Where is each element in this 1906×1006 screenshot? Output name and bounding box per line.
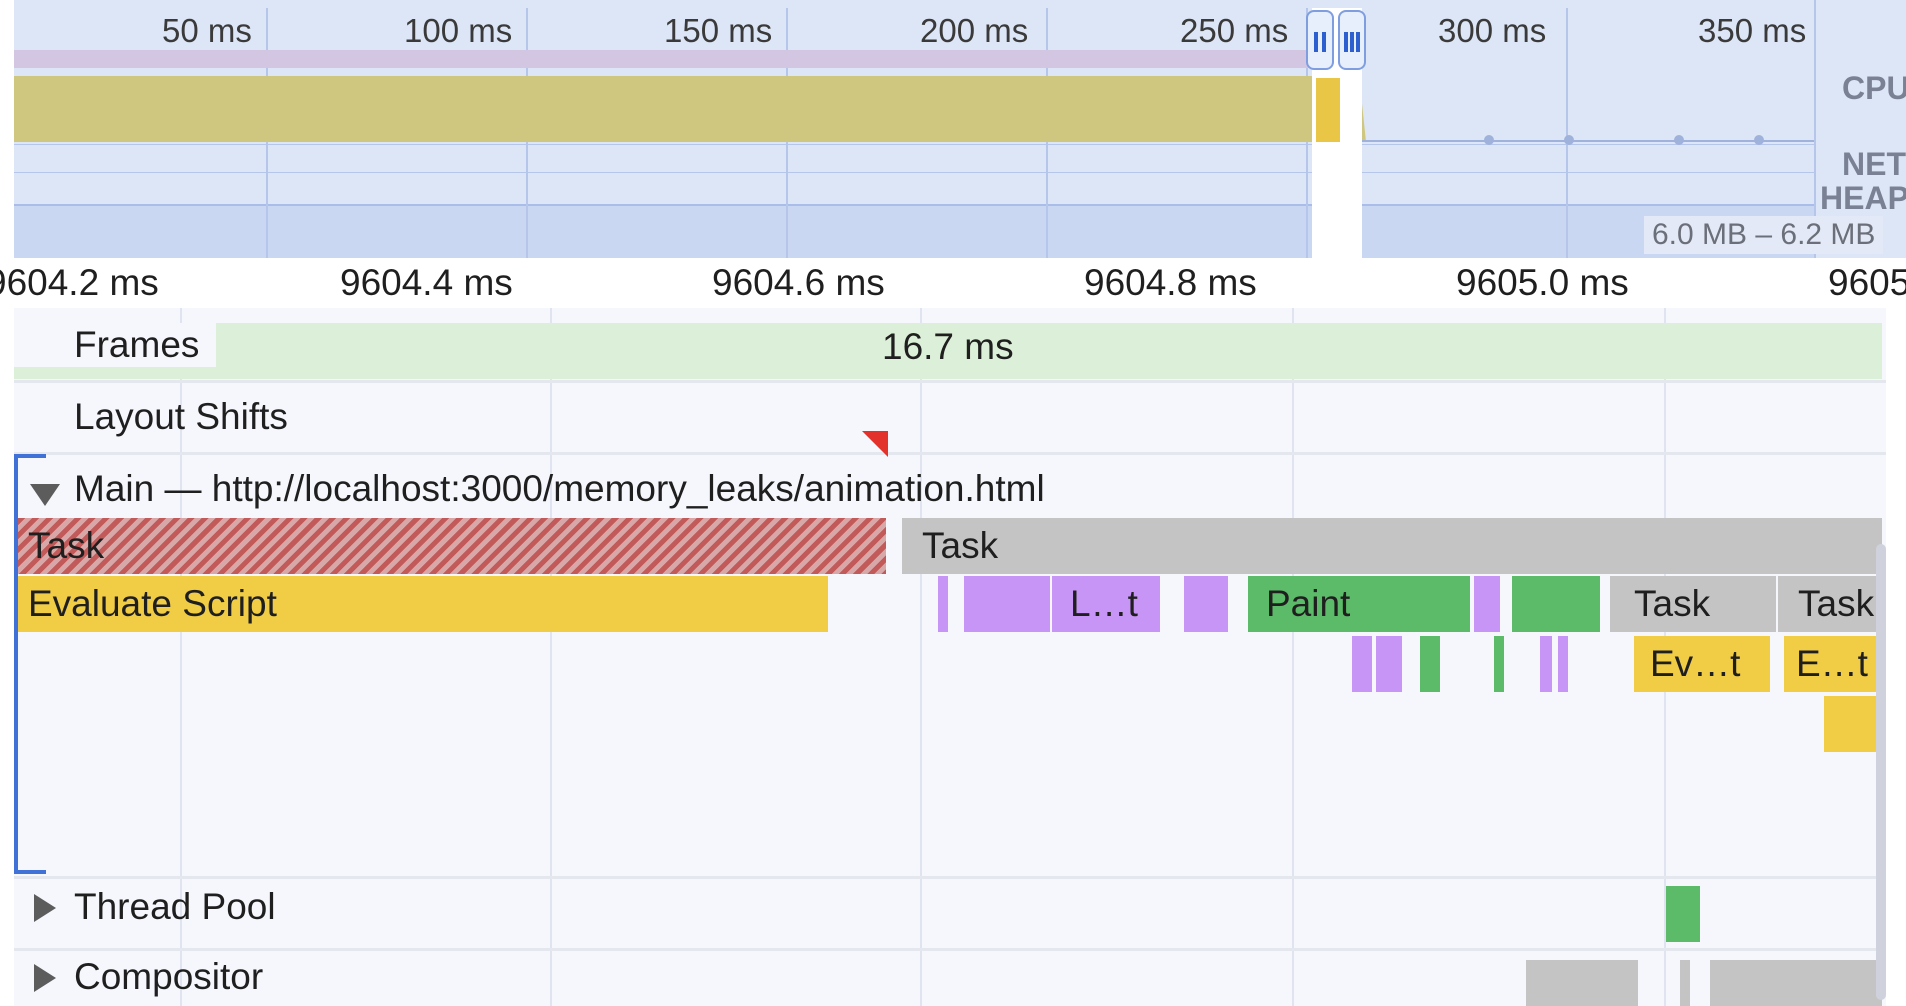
overview-heap-band bbox=[14, 204, 1906, 258]
ruler-tick-label: 9605.2 ms bbox=[1828, 262, 1906, 303]
overview-network-dot bbox=[1484, 135, 1494, 145]
overview-network-dot bbox=[1674, 135, 1684, 145]
selection-left-handle[interactable] bbox=[1306, 10, 1334, 70]
flame-gridline bbox=[1292, 308, 1294, 1006]
overview-tick-label: 350 ms bbox=[1698, 12, 1807, 49]
ruler-tick-label: 9604.2 ms bbox=[0, 262, 159, 303]
grip-icon bbox=[1350, 32, 1354, 52]
overview-gridline bbox=[14, 144, 1906, 145]
compositor-task-event[interactable] bbox=[1526, 960, 1638, 1006]
task-event-long[interactable]: Task bbox=[18, 518, 886, 574]
overview-selection-cpu bbox=[1316, 78, 1340, 142]
evaluate-script-event[interactable]: Ev…t bbox=[1634, 636, 1770, 692]
thread-pool-event[interactable] bbox=[1666, 886, 1700, 942]
overview-tick-label: 200 ms bbox=[920, 12, 1029, 49]
time-ruler: 9604.2 ms 9604.4 ms 9604.6 ms 9604.8 ms … bbox=[0, 258, 1906, 308]
rendering-event[interactable] bbox=[1474, 576, 1500, 632]
grip-icon bbox=[1344, 32, 1348, 52]
thread-pool-track-title[interactable]: Thread Pool bbox=[74, 886, 276, 928]
track-divider bbox=[14, 876, 1886, 879]
track-divider bbox=[14, 452, 1886, 455]
long-task-warning-icon[interactable] bbox=[862, 431, 888, 457]
expand-triangle-icon[interactable] bbox=[34, 894, 56, 922]
timeline-overview[interactable]: 50 ms 100 ms 150 ms 200 ms 250 ms 300 ms… bbox=[14, 0, 1906, 258]
ruler-tick-label: 9604.6 ms bbox=[712, 262, 885, 303]
grip-icon bbox=[1314, 32, 1318, 52]
main-track-title[interactable]: Main — http://localhost:3000/memory_leak… bbox=[74, 468, 1045, 510]
overview-network-dot bbox=[1564, 135, 1574, 145]
task-event[interactable]: Task bbox=[1610, 576, 1776, 632]
frame-duration: 16.7 ms bbox=[882, 326, 1014, 367]
heap-track-name: HEAP bbox=[1820, 180, 1906, 216]
overview-gridline bbox=[14, 172, 1906, 173]
overview-gridline bbox=[14, 204, 1814, 206]
flame-chart[interactable]: Frames 16.7 ms Layout Shifts Main — http… bbox=[14, 308, 1886, 1006]
evaluate-script-event[interactable]: E…t bbox=[1784, 636, 1882, 692]
overview-tick-label: 50 ms bbox=[162, 12, 252, 49]
overview-network-dot bbox=[1754, 135, 1764, 145]
vertical-scrollbar[interactable] bbox=[1876, 544, 1886, 1000]
expand-triangle-icon[interactable] bbox=[34, 964, 56, 992]
compositor-task-event[interactable] bbox=[1680, 960, 1690, 1006]
overview-tick-line bbox=[1566, 8, 1568, 258]
heap-range-label: 6.0 MB – 6.2 MB bbox=[1644, 216, 1884, 254]
collapse-triangle-icon[interactable] bbox=[30, 484, 60, 506]
task-event[interactable]: Task bbox=[902, 518, 1882, 574]
paint-event[interactable]: Paint bbox=[1248, 576, 1470, 632]
rendering-event[interactable] bbox=[964, 576, 1050, 632]
overview-tick-label: 250 ms bbox=[1180, 12, 1289, 49]
painting-event[interactable] bbox=[1512, 576, 1600, 632]
frames-track-title: Frames bbox=[74, 324, 200, 365]
ruler-tick-label: 9604.8 ms bbox=[1084, 262, 1257, 303]
evaluate-script-event[interactable]: Evaluate Script bbox=[18, 576, 828, 632]
cpu-track-name: CPU bbox=[1842, 70, 1906, 106]
overview-cpu-activity bbox=[14, 76, 1314, 142]
rendering-event[interactable] bbox=[1352, 636, 1372, 692]
net-track-name: NET bbox=[1842, 146, 1906, 182]
rendering-event[interactable] bbox=[1184, 576, 1228, 632]
selection-right-handle[interactable] bbox=[1338, 10, 1366, 70]
ruler-tick-label: 9604.4 ms bbox=[340, 262, 513, 303]
overview-tick-label: 100 ms bbox=[404, 12, 513, 49]
scripting-event[interactable] bbox=[1824, 696, 1882, 752]
compositor-task-event[interactable] bbox=[1710, 960, 1882, 1006]
grip-icon bbox=[1356, 32, 1360, 52]
rendering-event[interactable] bbox=[938, 576, 948, 632]
painting-event[interactable] bbox=[1494, 636, 1504, 692]
ruler-tick-label: 9605.0 ms bbox=[1456, 262, 1629, 303]
overview-tick-label: 150 ms bbox=[664, 12, 773, 49]
grip-icon bbox=[1322, 32, 1326, 52]
overview-frames-strip bbox=[14, 50, 1310, 68]
compositor-track-title[interactable]: Compositor bbox=[74, 956, 263, 998]
flame-gridline bbox=[550, 308, 552, 1006]
track-divider bbox=[14, 948, 1886, 951]
rendering-event[interactable] bbox=[1376, 636, 1402, 692]
overview-tick-label: 300 ms bbox=[1438, 12, 1547, 49]
task-event[interactable]: Task bbox=[1778, 576, 1882, 632]
painting-event[interactable] bbox=[1420, 636, 1440, 692]
track-divider bbox=[14, 380, 1886, 383]
layout-event[interactable]: L…t bbox=[1052, 576, 1160, 632]
flame-gridline bbox=[920, 308, 922, 1006]
rendering-event[interactable] bbox=[1558, 636, 1568, 692]
main-track-selection-bracket bbox=[14, 454, 46, 874]
layout-shifts-track-title[interactable]: Layout Shifts bbox=[74, 396, 288, 438]
rendering-event[interactable] bbox=[1540, 636, 1552, 692]
